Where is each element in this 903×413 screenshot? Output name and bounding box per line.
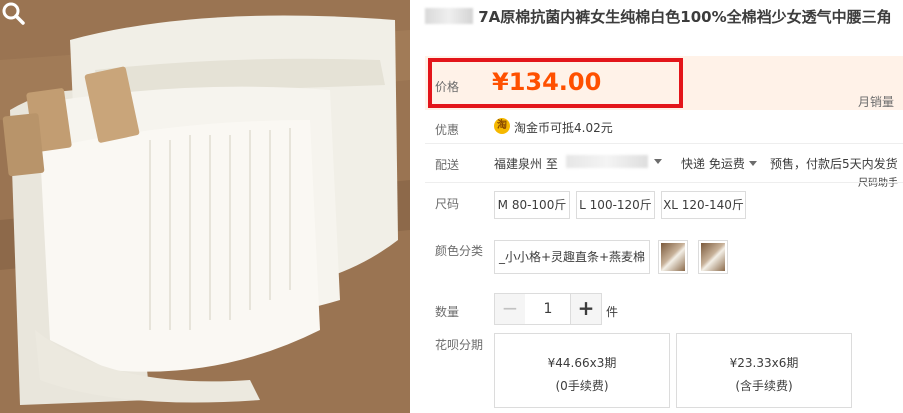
installment-amount: ¥44.66x3期 bbox=[547, 356, 617, 370]
color-label: 颜色分类 bbox=[435, 244, 484, 258]
presale-text: 预售，付款后5天内发货 bbox=[770, 157, 898, 171]
quantity-unit: 件 bbox=[606, 305, 619, 319]
product-title-text: 7A原棉抗菌内裤女生纯棉白色100%全棉裆少女透气中腰三角 bbox=[478, 8, 892, 26]
chevron-down-icon bbox=[748, 161, 757, 166]
installment-label: 花呗分期 bbox=[435, 338, 484, 352]
color-option-selected[interactable]: _小小格+灵趣直条+燕麦棉 bbox=[494, 240, 650, 274]
swatch-thumbnail bbox=[661, 243, 685, 271]
divider bbox=[425, 182, 903, 183]
size-option-m[interactable]: M 80-100斤 bbox=[494, 191, 570, 219]
shipping-origin: 福建泉州 至 bbox=[494, 157, 558, 171]
divider bbox=[425, 143, 903, 144]
product-image[interactable] bbox=[0, 0, 410, 413]
redacted-destination bbox=[566, 155, 648, 168]
chevron-down-icon bbox=[654, 159, 662, 164]
magnifier-icon[interactable] bbox=[0, 0, 26, 26]
installment-plan-6[interactable]: ¥23.33x6期 (含手续费) bbox=[676, 333, 852, 408]
installment-fee: (0手续费) bbox=[555, 379, 609, 393]
size-option-l[interactable]: L 100-120斤 bbox=[576, 191, 655, 219]
shipping-method-dropdown[interactable]: 快递 免运费 bbox=[681, 155, 757, 172]
coin-deduction-text: 淘金币可抵4.02元 bbox=[514, 121, 613, 135]
quantity-decrease-button[interactable]: − bbox=[494, 293, 526, 325]
price-label: 价格 bbox=[435, 80, 460, 94]
size-label: 尺码 bbox=[435, 197, 460, 211]
installment-amount: ¥23.33x6期 bbox=[729, 356, 799, 370]
color-swatch-1[interactable] bbox=[658, 240, 688, 274]
shipping-method: 快递 免运费 bbox=[681, 157, 745, 171]
quantity-label: 数量 bbox=[435, 305, 460, 319]
shipping-label: 配送 bbox=[435, 158, 460, 172]
size-option-xl[interactable]: XL 120-140斤 bbox=[661, 191, 746, 219]
redacted-shop-name bbox=[425, 8, 473, 24]
installment-plan-3[interactable]: ¥44.66x3期 (0手续费) bbox=[494, 333, 670, 408]
color-swatch-2[interactable] bbox=[698, 240, 728, 274]
price-value: ¥134.00 bbox=[492, 68, 602, 96]
product-photo-illustration bbox=[0, 0, 410, 413]
installment-fee: (含手续费) bbox=[735, 379, 793, 393]
monthly-sales-label: 月销量 bbox=[858, 95, 895, 109]
taobao-coin-icon: 淘 bbox=[494, 118, 510, 134]
swatch-thumbnail bbox=[701, 243, 725, 271]
quantity-input[interactable]: 1 bbox=[525, 293, 571, 325]
destination-dropdown[interactable] bbox=[650, 155, 662, 169]
quantity-increase-button[interactable]: + bbox=[570, 293, 602, 325]
product-title: 7A原棉抗菌内裤女生纯棉白色100%全棉裆少女透气中腰三角 bbox=[425, 6, 901, 28]
promo-label: 优惠 bbox=[435, 123, 460, 137]
